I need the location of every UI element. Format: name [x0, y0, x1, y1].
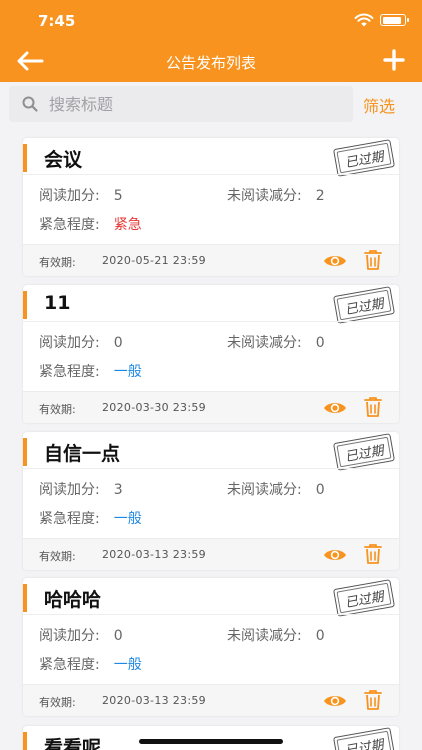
divider	[23, 614, 399, 615]
valid-label: 有效期:	[39, 550, 76, 563]
eye-icon[interactable]	[323, 251, 347, 271]
card-footer: 有效期: 2020-05-21 23:59	[23, 244, 399, 276]
valid-label: 有效期:	[39, 696, 76, 709]
notice-card[interactable]: 会议 已过期 阅读加分: 5 未阅读减分: 2 紧急程度: 紧急 有效期: 2020-…	[23, 138, 399, 276]
expired-stamp: 已过期	[333, 286, 395, 324]
urgency-value: 一般	[113, 364, 142, 380]
home-indicator	[139, 739, 283, 744]
valid-date: 2020-05-21 23:59	[102, 254, 206, 267]
trash-icon[interactable]	[364, 249, 382, 271]
notice-title: 11	[44, 292, 71, 314]
plus-icon[interactable]	[382, 48, 406, 72]
urgency-row: 紧急程度: 一般	[39, 511, 142, 527]
expired-stamp: 已过期	[333, 727, 395, 750]
eye-icon[interactable]	[323, 545, 347, 565]
eye-icon[interactable]	[323, 691, 347, 711]
notice-card[interactable]: 11 已过期 阅读加分: 0 未阅读减分: 0 紧急程度: 一般 有效期: 2020-…	[23, 285, 399, 423]
card-accent-bar	[23, 291, 27, 319]
urgency-value: 紧急	[113, 217, 142, 233]
trash-icon[interactable]	[364, 543, 382, 565]
read-add-value: 5	[113, 188, 123, 204]
expired-stamp: 已过期	[333, 139, 395, 177]
app-header: 7:45 公告发布列表	[0, 0, 422, 82]
notice-card[interactable]: 哈哈哈 已过期 阅读加分: 0 未阅读减分: 0 紧急程度: 一般 有效期: 2020…	[23, 578, 399, 716]
expired-stamp: 已过期	[333, 433, 395, 471]
urgency-value: 一般	[113, 657, 142, 673]
card-accent-bar	[23, 584, 27, 612]
unread-minus-row: 未阅读减分: 0	[227, 628, 325, 644]
status-time: 7:45	[38, 12, 76, 30]
notice-title: 自信一点	[44, 443, 121, 465]
card-accent-bar	[23, 732, 27, 750]
notice-card[interactable]: 自信一点 已过期 阅读加分: 3 未阅读减分: 0 紧急程度: 一般 有效期: 202…	[23, 432, 399, 570]
divider	[23, 321, 399, 322]
notice-title: 哈哈哈	[44, 589, 102, 611]
filter-button[interactable]: 筛选	[363, 93, 395, 117]
search-input[interactable]	[49, 94, 339, 114]
card-footer: 有效期: 2020-03-30 23:59	[23, 391, 399, 423]
unread-minus-value: 0	[315, 628, 325, 644]
notice-title: 看看呢	[44, 737, 102, 750]
urgency-value: 一般	[113, 511, 142, 527]
notice-title: 会议	[44, 149, 83, 171]
read-add-row: 阅读加分: 0	[39, 628, 123, 644]
read-add-value: 0	[113, 628, 123, 644]
valid-date: 2020-03-13 23:59	[102, 694, 206, 707]
card-accent-bar	[23, 144, 27, 172]
card-footer: 有效期: 2020-03-13 23:59	[23, 538, 399, 570]
divider	[23, 174, 399, 175]
page-title: 公告发布列表	[165, 54, 256, 72]
urgency-row: 紧急程度: 紧急	[39, 217, 142, 233]
search-bar	[9, 86, 353, 122]
unread-minus-row: 未阅读减分: 0	[227, 335, 325, 351]
status-icons	[354, 13, 409, 27]
trash-icon[interactable]	[364, 689, 382, 711]
valid-label: 有效期:	[39, 256, 76, 269]
valid-label: 有效期:	[39, 403, 76, 416]
battery-icon	[380, 14, 409, 26]
card-accent-bar	[23, 438, 27, 466]
unread-minus-value: 2	[315, 188, 325, 204]
read-add-row: 阅读加分: 3	[39, 482, 123, 498]
unread-minus-row: 未阅读减分: 2	[227, 188, 325, 204]
urgency-row: 紧急程度: 一般	[39, 657, 142, 673]
unread-minus-value: 0	[315, 335, 325, 351]
notice-card[interactable]: 看看呢 已过期	[23, 726, 399, 750]
unread-minus-row: 未阅读减分: 0	[227, 482, 325, 498]
read-add-row: 阅读加分: 0	[39, 335, 123, 351]
eye-icon[interactable]	[323, 398, 347, 418]
unread-minus-value: 0	[315, 482, 325, 498]
read-add-row: 阅读加分: 5	[39, 188, 123, 204]
urgency-row: 紧急程度: 一般	[39, 364, 142, 380]
divider	[23, 468, 399, 469]
search-icon	[22, 96, 38, 112]
read-add-value: 0	[113, 335, 123, 351]
wifi-icon	[354, 13, 374, 27]
valid-date: 2020-03-13 23:59	[102, 548, 206, 561]
expired-stamp: 已过期	[333, 579, 395, 617]
trash-icon[interactable]	[364, 396, 382, 418]
card-footer: 有效期: 2020-03-13 23:59	[23, 684, 399, 716]
valid-date: 2020-03-30 23:59	[102, 401, 206, 414]
read-add-value: 3	[113, 482, 123, 498]
